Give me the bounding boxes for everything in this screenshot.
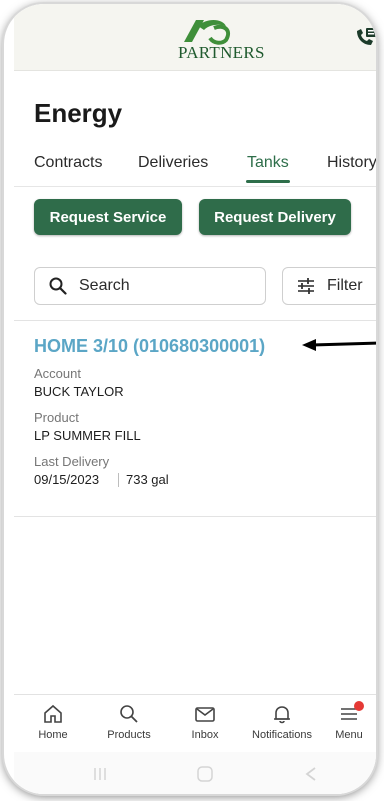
tab-tanks[interactable]: Tanks — [247, 154, 289, 172]
nav-home[interactable]: Home — [18, 703, 88, 741]
search-icon — [120, 705, 138, 723]
search-icon — [49, 277, 67, 295]
account-label: Account — [34, 366, 81, 381]
divider — [14, 320, 376, 321]
sliders-icon — [298, 278, 314, 294]
search-label: Search — [79, 277, 130, 294]
notification-badge — [354, 701, 364, 711]
energy-tabs: Contracts Deliveries Tanks History — [14, 150, 376, 187]
nav-inbox-label: Inbox — [191, 729, 219, 741]
bottom-nav: Home Products Inbox Notifications Menu — [14, 694, 376, 753]
nav-inbox[interactable]: Inbox — [170, 703, 240, 741]
nav-products-label: Products — [107, 729, 151, 741]
filter-button[interactable]: Filter — [282, 267, 376, 305]
nav-products[interactable]: Products — [94, 703, 164, 741]
tab-deliveries[interactable]: Deliveries — [138, 154, 208, 172]
tab-contracts[interactable]: Contracts — [34, 154, 102, 172]
last-delivery-label: Last Delivery — [34, 454, 110, 469]
nav-menu-label: Menu — [335, 729, 363, 741]
bell-icon — [274, 706, 290, 724]
envelope-icon — [195, 707, 215, 722]
tab-history[interactable]: History — [327, 154, 376, 172]
request-delivery-button[interactable]: Request Delivery — [199, 199, 351, 235]
arrow-annotation-icon — [302, 339, 376, 351]
logo-text: PARTNERS — [178, 43, 265, 62]
product-label: Product — [34, 410, 79, 425]
divider — [14, 516, 376, 517]
account-value: BUCK TAYLOR — [34, 384, 124, 399]
last-delivery-amount: 733 gal — [126, 472, 169, 487]
nav-notifications-label: Notifications — [252, 729, 312, 741]
brand-logo: PARTNERS — [162, 16, 265, 62]
home-icon — [44, 704, 62, 723]
nav-notifications[interactable]: Notifications — [246, 703, 318, 741]
nav-home-label: Home — [38, 729, 68, 741]
app-screen: PARTNERS Energy Contracts Deliveries Tan… — [14, 4, 376, 794]
app-header: PARTNERS — [14, 4, 376, 71]
last-delivery-date: 09/15/2023 — [34, 472, 100, 487]
system-nav-bar — [14, 752, 376, 794]
back-icon[interactable] — [304, 766, 318, 782]
active-tab-indicator — [246, 180, 290, 183]
request-service-button[interactable]: Request Service — [34, 199, 182, 235]
search-input[interactable]: Search — [34, 267, 266, 305]
phone-frame: PARTNERS Energy Contracts Deliveries Tan… — [4, 4, 376, 794]
contact-phone-icon[interactable] — [354, 26, 376, 48]
value-separator — [118, 473, 119, 487]
nav-menu[interactable]: Menu — [320, 701, 376, 741]
tank-title-link[interactable]: HOME 3/10 (010680300001) — [34, 336, 265, 357]
product-value: LP SUMMER FILL — [34, 428, 141, 443]
filter-label: Filter — [327, 277, 363, 294]
recent-apps-icon[interactable] — [92, 766, 108, 782]
home-button-icon[interactable] — [196, 765, 214, 783]
page-title: Energy — [34, 98, 123, 128]
